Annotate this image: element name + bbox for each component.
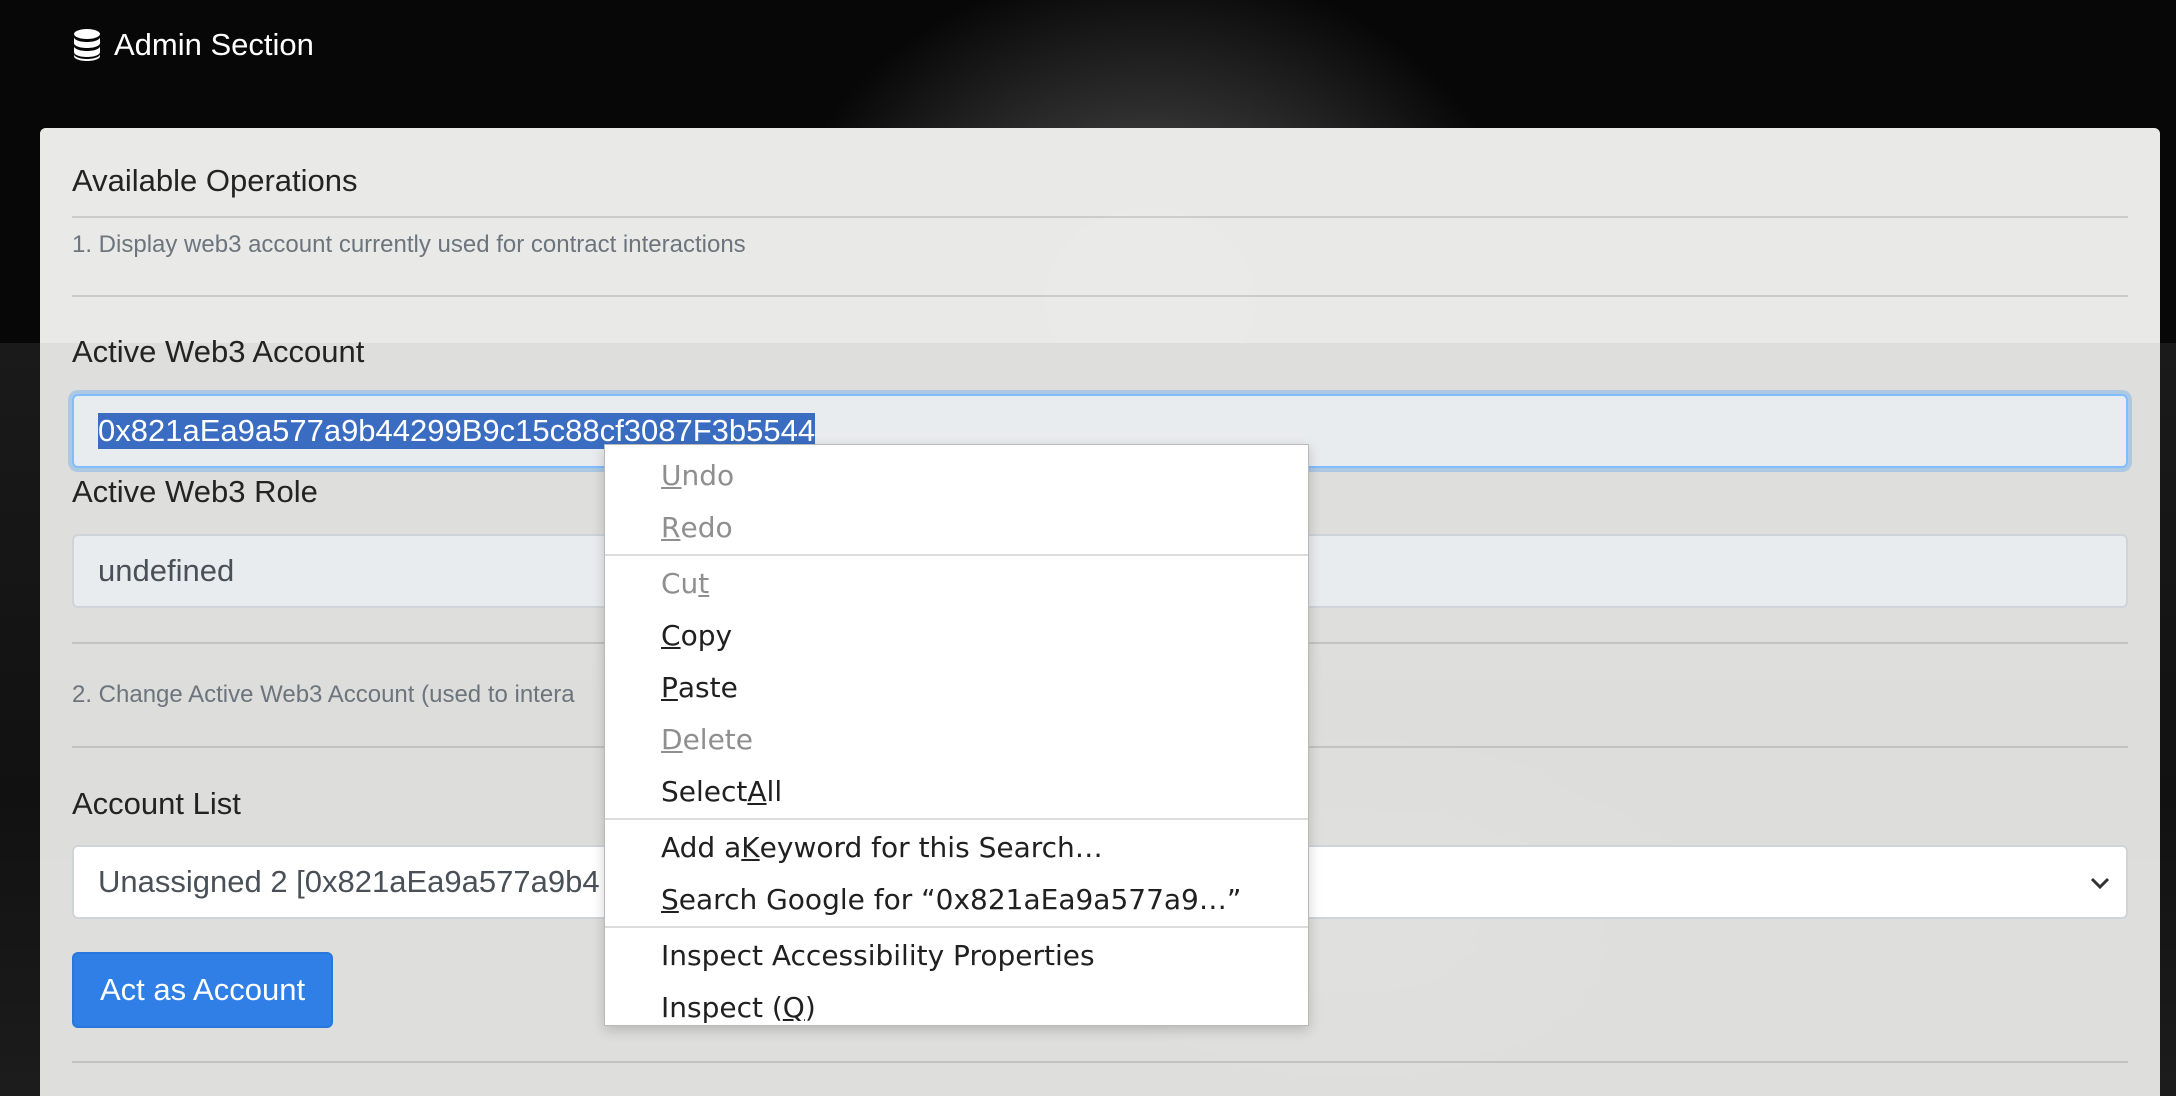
header-title: Admin Section	[114, 27, 314, 62]
database-icon	[74, 29, 100, 61]
menu-accel: K	[741, 830, 760, 864]
menu-item-paste[interactable]: Paste	[605, 661, 1308, 713]
account-list-label: Account List	[72, 786, 241, 821]
op1-description: 1. Display web3 account currently used f…	[72, 231, 746, 258]
menu-accel: Q	[782, 990, 805, 1024]
menu-item-cut[interactable]: Cu t	[605, 557, 1308, 609]
menu-accel: A	[747, 774, 767, 808]
divider	[72, 295, 2128, 297]
menu-accel: P	[661, 670, 678, 704]
context-menu: Undo Redo Cu t Copy Paste Delete Select A…	[604, 444, 1309, 1026]
menu-text: ll	[766, 774, 783, 808]
menu-item-copy[interactable]: Copy	[605, 609, 1308, 661]
account-list-selected: Unassigned 2 [0x821aEa9a577a9b4	[98, 864, 600, 899]
active-role-label: Active Web3 Role	[72, 474, 318, 509]
menu-text: opy	[680, 618, 733, 652]
menu-text: aste	[677, 670, 738, 704]
menu-separator	[605, 554, 1308, 556]
menu-text: earch Google for “0x821aEa9a577a9…”	[678, 882, 1242, 916]
menu-accel: U	[661, 458, 682, 492]
menu-separator	[605, 926, 1308, 928]
active-account-label: Active Web3 Account	[72, 334, 365, 369]
chevron-down-icon	[2090, 877, 2110, 890]
admin-header: Admin Section	[72, 22, 314, 68]
divider	[72, 1061, 2128, 1063]
menu-separator	[605, 818, 1308, 820]
menu-accel: R	[661, 510, 681, 544]
act-as-account-button[interactable]: Act as Account	[72, 952, 334, 1028]
menu-text: )	[804, 990, 816, 1024]
menu-item-redo[interactable]: Redo	[605, 501, 1308, 553]
menu-item-delete[interactable]: Delete	[605, 713, 1308, 765]
menu-item-inspect[interactable]: Inspect (Q)	[605, 981, 1308, 1033]
menu-text: edo	[680, 510, 733, 544]
menu-item-select-all[interactable]: Select All	[605, 765, 1308, 817]
menu-accel: D	[661, 722, 683, 756]
panel-title: Available Operations	[72, 163, 358, 198]
menu-text: Add a	[661, 830, 742, 864]
menu-accel: t	[698, 566, 710, 600]
menu-text: Inspect Accessibility Properties	[661, 938, 1095, 972]
op2-description: 2. Change Active Web3 Account (used to i…	[72, 681, 575, 708]
menu-item-inspect-accessibility[interactable]: Inspect Accessibility Properties	[605, 929, 1308, 981]
menu-text: Cu	[661, 566, 699, 600]
menu-text: Inspect (	[661, 990, 783, 1024]
menu-text: ndo	[681, 458, 735, 492]
menu-accel: S	[661, 882, 679, 916]
menu-item-search-google[interactable]: Search Google for “0x821aEa9a577a9…”	[605, 873, 1308, 925]
menu-accel: C	[661, 618, 681, 652]
menu-item-add-keyword[interactable]: Add a Keyword for this Search…	[605, 821, 1308, 873]
menu-text: elete	[682, 722, 753, 756]
active-role-value: undefined	[98, 553, 235, 588]
menu-text: Select	[661, 774, 748, 808]
menu-text: eyword for this Search…	[759, 830, 1103, 864]
divider	[72, 216, 2128, 218]
menu-item-undo[interactable]: Undo	[605, 449, 1308, 501]
